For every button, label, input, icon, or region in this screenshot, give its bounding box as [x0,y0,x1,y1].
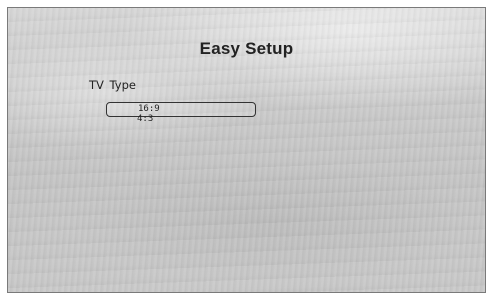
screen-title: Easy Setup [199,39,294,58]
tv-type-label: TV Type [89,78,136,92]
option-4-3[interactable]: 4:3 [106,113,256,128]
easy-setup-screen: Easy Setup TV Type 16:9 4:3 [7,7,486,293]
tv-type-options: 16:9 4:3 [106,102,256,128]
